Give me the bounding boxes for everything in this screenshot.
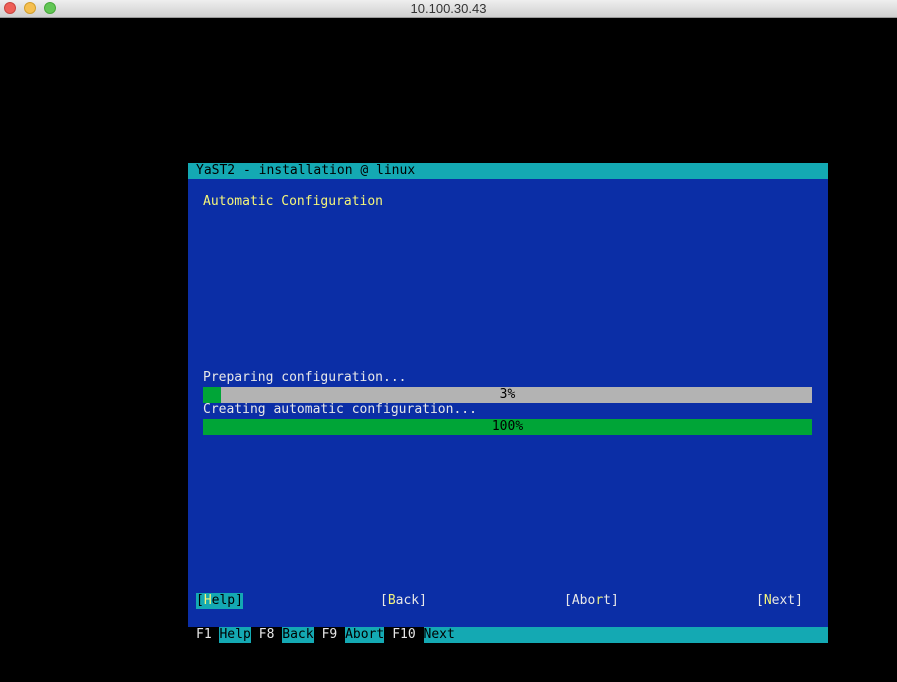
fkey-f8-label[interactable]: Back (282, 627, 314, 643)
function-key-bar: F1 Help F8 Back F9 Abort F10 Next (188, 627, 828, 643)
fkey-f1-label[interactable]: Help (219, 627, 251, 643)
yast-terminal: YaST2 - installation @ linux Automatic C… (188, 163, 828, 643)
progress-percent-creating: 100% (491, 419, 524, 434)
progress-label-preparing: Preparing configuration... (203, 370, 407, 385)
fkey-f8[interactable]: F8 (250, 627, 283, 643)
fkey-f9-label[interactable]: Abort (345, 627, 385, 643)
progress-percent-preparing: 3% (499, 387, 516, 402)
yast-header: YaST2 - installation @ linux (188, 163, 828, 179)
back-button[interactable]: [Back] (380, 593, 427, 609)
abort-button[interactable]: [Abort] (564, 593, 619, 609)
help-button[interactable]: [Help] (196, 593, 243, 609)
dialog-title: Automatic Configuration (203, 194, 384, 209)
fkey-f1[interactable]: F1 (188, 627, 220, 643)
fkey-f10[interactable]: F10 (384, 627, 424, 643)
fkey-f10-label[interactable]: Next (423, 627, 455, 643)
fkey-f9[interactable]: F9 (313, 627, 346, 643)
next-button[interactable]: [Next] (756, 593, 803, 609)
progress-bar-creating: 100% (203, 419, 812, 435)
progress-bar-preparing: 3% (203, 387, 812, 403)
window-title: 10.100.30.43 (410, 1, 487, 16)
window-titlebar: 10.100.30.43 (0, 0, 897, 18)
progress-label-creating: Creating automatic configuration... (203, 402, 477, 417)
